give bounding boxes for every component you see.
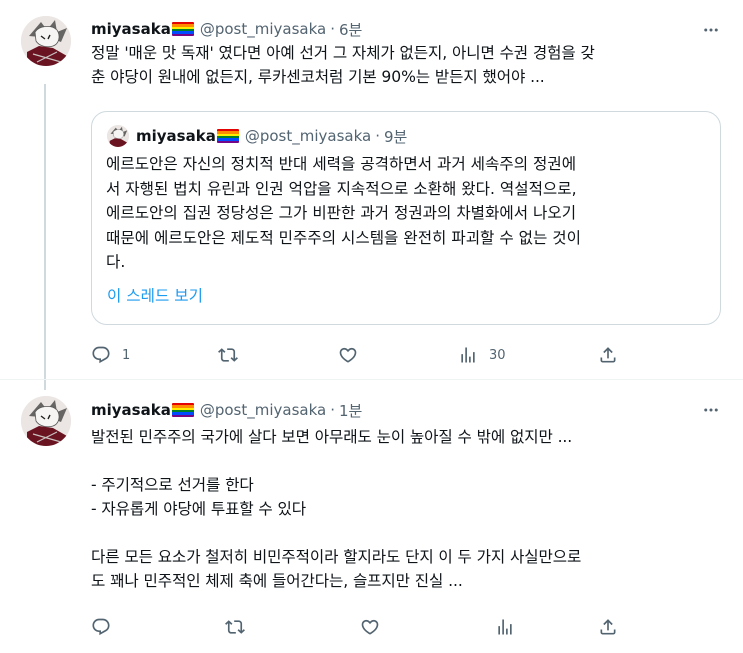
reply-icon <box>92 618 110 636</box>
text-line: 에르도안은 자신의 정치적 반대 세력을 공격하면서 과거 세속주의 정권에 <box>106 155 577 173</box>
like-button[interactable] <box>360 616 391 638</box>
text-line: - 자유롭게 야당에 투표할 수 있다 <box>91 500 307 518</box>
timestamp[interactable]: 1분 <box>339 400 362 421</box>
quoted-text: 에르도안은 자신의 정치적 반대 세력을 공격하면서 과거 세속주의 정권에 서… <box>106 152 712 275</box>
rainbow-flag-icon <box>171 22 194 36</box>
views-button[interactable]: 30 <box>458 344 506 366</box>
separator-dot: · <box>330 20 335 38</box>
avatar-image <box>21 16 71 66</box>
author-handle[interactable]: @post_miyasaka <box>200 401 326 419</box>
text-line: 서 자행된 법치 유린과 인권 억압을 지속적으로 소환해 왔다. 역설적으로, <box>106 179 577 198</box>
heart-icon <box>339 347 357 363</box>
quoted-header: miyasaka @post_miyasaka · 9분 <box>136 125 407 147</box>
retweet-icon <box>218 348 238 362</box>
quoted-timestamp: 9분 <box>383 127 408 146</box>
text-line: 발전된 민주주의 국가에 살다 보면 아무래도 눈이 높아질 수 밖에 없지만 … <box>91 428 573 446</box>
avatar[interactable] <box>21 16 71 66</box>
views-icon <box>498 619 512 635</box>
text-line: 다. <box>106 253 126 271</box>
tweet-header: miyasaka @post_miyasaka · 6분 <box>91 18 362 40</box>
text-line: 때문에 에르도안은 제도적 민주주의 시스템을 완전히 파괴할 수 없는 것이 <box>106 228 581 247</box>
like-button[interactable] <box>338 344 369 366</box>
rainbow-flag-icon <box>216 129 239 143</box>
retweet-button[interactable] <box>225 616 256 638</box>
text-line <box>91 521 731 545</box>
retweet-button[interactable] <box>218 344 249 366</box>
more-icon[interactable] <box>701 400 721 420</box>
heart-icon <box>361 619 379 635</box>
avatar[interactable] <box>21 396 71 446</box>
author-name[interactable]: miyasaka <box>91 20 171 38</box>
avatar-image <box>107 125 129 147</box>
text-line: 정말 '매운 맛 독재' 였다면 아예 선거 그 자체가 없든지, 아니면 수권… <box>91 44 595 62</box>
reply-button[interactable] <box>91 616 122 638</box>
share-icon <box>600 619 616 635</box>
views-button[interactable] <box>495 616 526 638</box>
text-line: 도 꽤나 민주적인 체제 축에 들어간다는, 슬프지만 진실 ... <box>91 572 463 590</box>
share-button[interactable] <box>598 344 618 366</box>
rainbow-flag-icon <box>171 403 194 417</box>
views-count: 30 <box>489 347 506 363</box>
text-line: 춘 야당이 원내에 없든지, 루카센코처럼 기본 90%는 받든지 했어야 ..… <box>91 68 545 86</box>
text-line: - 주기적으로 선거를 한다 <box>91 476 254 494</box>
share-icon <box>600 347 616 363</box>
thread-connector <box>44 84 46 390</box>
reply-button[interactable]: 1 <box>91 344 130 366</box>
tweet-actions: 1 30 <box>91 344 631 366</box>
timestamp[interactable]: 6분 <box>339 19 362 40</box>
views-icon <box>461 347 475 363</box>
author-name[interactable]: miyasaka <box>91 401 171 419</box>
show-thread-link[interactable]: 이 스레드 보기 <box>107 284 203 306</box>
quoted-avatar <box>107 125 129 147</box>
tweet-actions <box>91 616 631 638</box>
tweet-text: 정말 '매운 맛 독재' 였다면 아예 선거 그 자체가 없든지, 아니면 수권… <box>91 41 731 89</box>
retweet-icon <box>225 620 245 634</box>
tweet[interactable]: miyasaka @post_miyasaka · 6분 정말 '매운 맛 독재… <box>0 0 743 390</box>
share-button[interactable] <box>598 616 618 638</box>
author-handle[interactable]: @post_miyasaka <box>200 20 326 38</box>
avatar-image <box>21 396 71 446</box>
tweet-header: miyasaka @post_miyasaka · 1분 <box>91 399 362 421</box>
tweet-text: 발전된 민주주의 국가에 살다 보면 아무래도 눈이 높아질 수 밖에 없지만 … <box>91 425 731 593</box>
separator-dot: · <box>375 127 380 145</box>
quoted-author-name: miyasaka <box>136 127 216 145</box>
text-line: 에르도안의 집권 정당성은 그가 비판한 과거 정권과의 차별화에서 나오기 <box>106 204 577 222</box>
text-line: 다른 모든 요소가 철저히 비민주적이라 할지라도 단지 이 두 가지 사실만으… <box>91 548 582 566</box>
reply-count: 1 <box>122 347 131 363</box>
text-line <box>91 449 731 473</box>
quoted-author-handle: @post_miyasaka <box>244 127 372 145</box>
reply-icon <box>92 346 110 364</box>
tweet[interactable]: miyasaka @post_miyasaka · 1분 발전된 민주주의 국가… <box>0 380 743 653</box>
separator-dot: · <box>330 401 335 419</box>
more-icon[interactable] <box>701 20 721 40</box>
quoted-tweet[interactable]: miyasaka @post_miyasaka · 9분 에르도안은 자신의 정… <box>91 111 721 325</box>
